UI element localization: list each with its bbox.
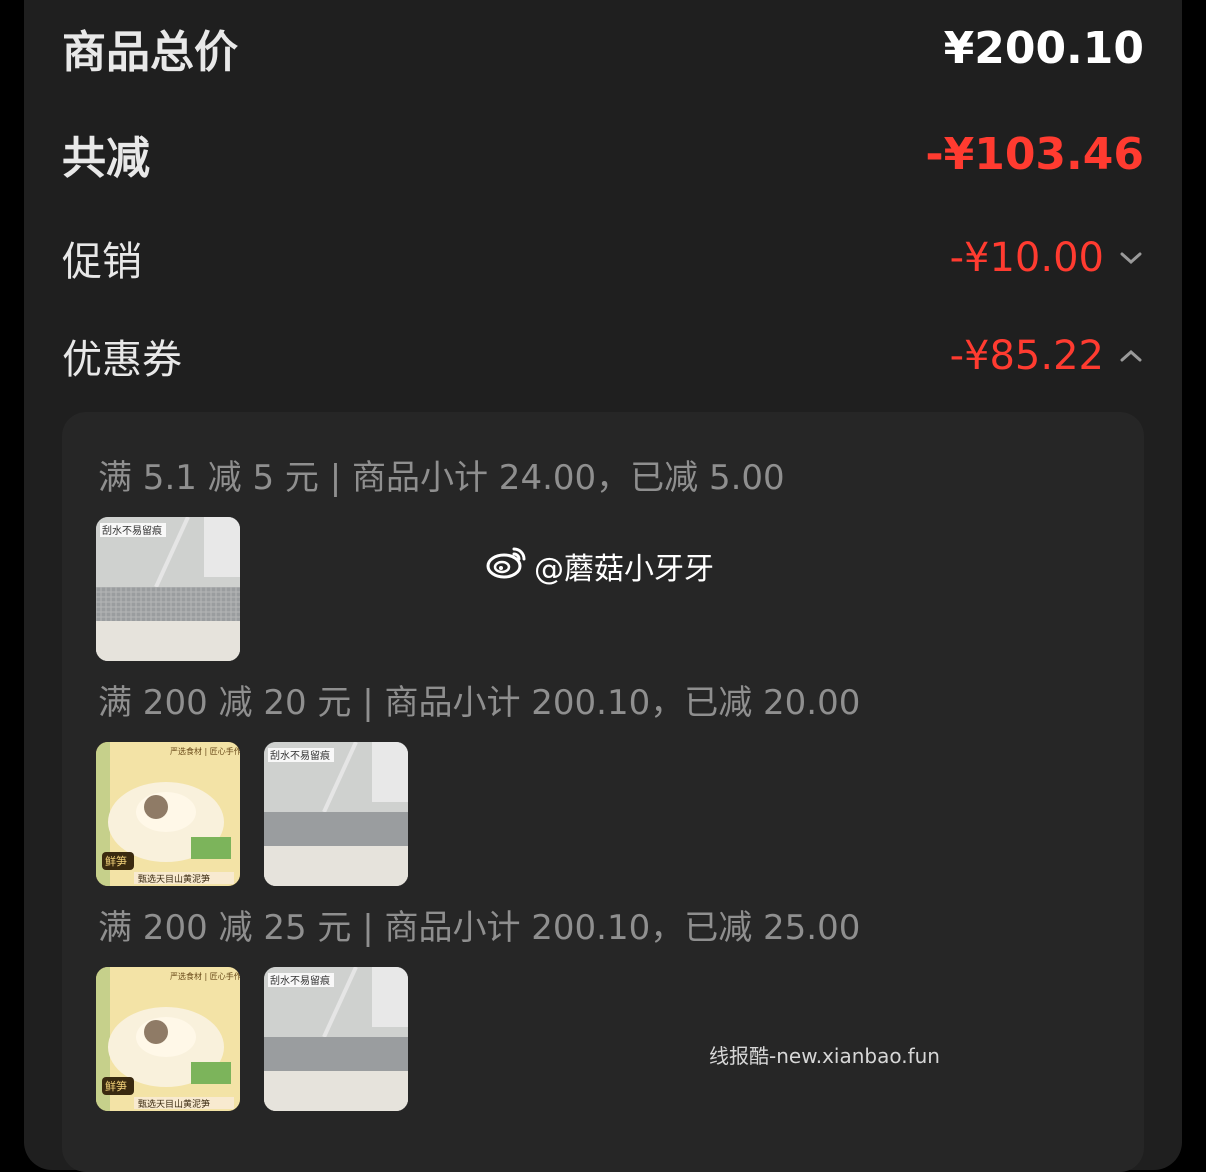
mop-caption-text: 刮水不易留痕	[270, 974, 330, 987]
food-header-text: 严选食材 | 匠心手作	[170, 746, 240, 756]
weibo-username: @蘑菇小牙牙	[534, 552, 714, 587]
coupon-row[interactable]: 优惠券 -¥85.22	[62, 328, 1144, 384]
coupon-label: 优惠券	[62, 337, 182, 383]
coupon-rule-line: 满 200 减 20 元 | 商品小计 200.10，已减 20.00	[98, 683, 861, 723]
food-badge-text: 鲜笋	[105, 854, 127, 868]
mop-caption-text: 刮水不易留痕	[270, 749, 330, 762]
chevron-up-icon[interactable]	[1118, 343, 1144, 369]
total-price-label: 商品总价	[62, 27, 238, 78]
site-watermark: 线报酷-new.xianbao.fun	[709, 1044, 940, 1068]
total-reduction-value: -¥103.46	[925, 128, 1144, 180]
total-reduction-label: 共减	[62, 133, 150, 184]
total-price-value: ¥200.10	[943, 22, 1144, 74]
coupon-rule-line: 满 5.1 减 5 元 | 商品小计 24.00，已减 5.00	[98, 458, 785, 498]
product-thumbnail-mop[interactable]: 刮水不易留痕	[264, 967, 408, 1111]
product-thumbnail-dumpling[interactable]: 严选食材 | 匠心手作 鲜笋 甄选天目山黄泥笋	[96, 967, 240, 1111]
product-thumbnail-mop[interactable]: 刮水不易留痕	[264, 742, 408, 886]
coupon-detail-panel: 满 5.1 减 5 元 | 商品小计 24.00，已减 5.00 刮水不易留痕 …	[62, 412, 1144, 1172]
food-caption-text: 甄选天目山黄泥笋	[138, 1098, 210, 1110]
food-badge-text: 鲜笋	[105, 1079, 127, 1093]
product-thumbnail-dumpling[interactable]: 严选食材 | 匠心手作 鲜笋 甄选天目山黄泥笋	[96, 742, 240, 886]
product-thumbnail-mop[interactable]: 刮水不易留痕	[96, 517, 240, 661]
coupon-value: -¥85.22	[949, 333, 1104, 379]
chevron-down-icon[interactable]	[1118, 245, 1144, 271]
promo-value: -¥10.00	[949, 235, 1104, 281]
weibo-watermark: @蘑菇小牙牙	[486, 544, 714, 588]
weibo-icon	[486, 545, 528, 587]
mop-caption-text: 刮水不易留痕	[102, 524, 162, 537]
coupon-rule-line: 满 200 减 25 元 | 商品小计 200.10，已减 25.00	[98, 908, 861, 948]
total-price-row: 商品总价 ¥200.10	[62, 18, 1144, 79]
total-reduction-row: 共减 -¥103.46	[62, 124, 1144, 185]
food-header-text: 严选食材 | 匠心手作	[170, 971, 240, 981]
food-caption-text: 甄选天目山黄泥笋	[138, 873, 210, 885]
promo-row[interactable]: 促销 -¥10.00	[62, 230, 1144, 286]
promo-label: 促销	[62, 239, 142, 285]
